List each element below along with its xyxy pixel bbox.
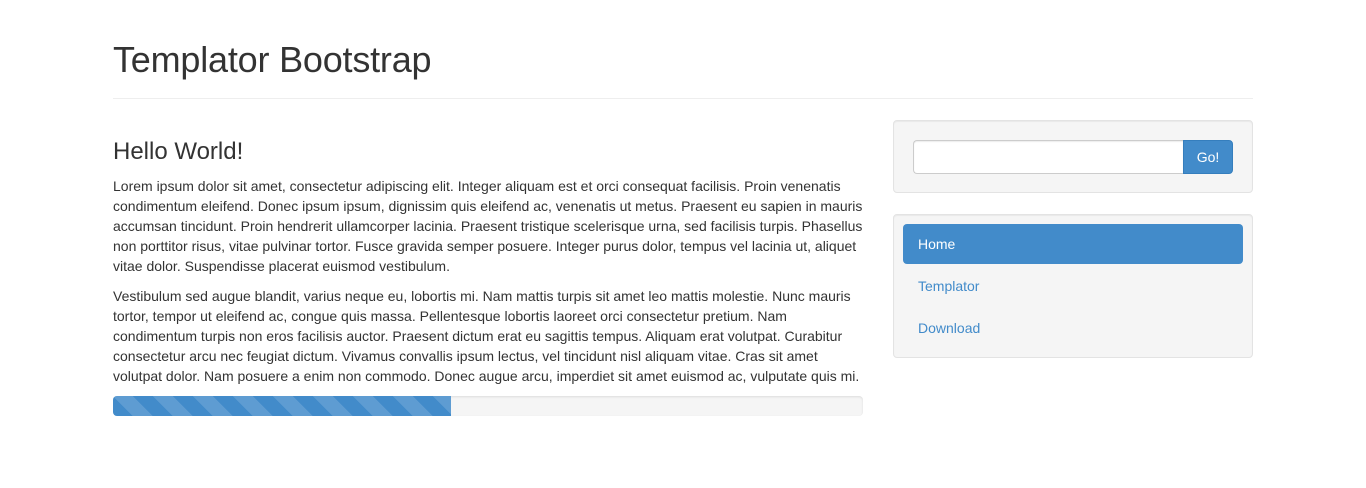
search-well: Go! [893,120,1253,193]
search-input[interactable] [913,140,1183,174]
page-container: Templator Bootstrap Hello World! Lorem i… [113,0,1253,416]
main-content: Hello World! Lorem ipsum dolor sit amet,… [113,139,863,416]
progress-bar-track [113,396,863,416]
page-header: Templator Bootstrap [113,0,1253,99]
sidebar: Go! Home Templator Download [893,120,1253,358]
page-title: Templator Bootstrap [113,39,432,80]
progress-bar-fill [113,396,451,416]
paragraph-2: Vestibulum sed augue blandit, varius neq… [113,288,860,384]
go-button[interactable]: Go! [1183,140,1233,174]
paragraph-1: Lorem ipsum dolor sit amet, consectetur … [113,178,863,274]
nav-item-home[interactable]: Home [903,224,1243,264]
content-heading: Hello World! [113,138,244,165]
nav-item-templator[interactable]: Templator [903,266,1243,306]
nav-well: Home Templator Download [893,214,1253,358]
nav-item-download[interactable]: Download [903,308,1243,348]
